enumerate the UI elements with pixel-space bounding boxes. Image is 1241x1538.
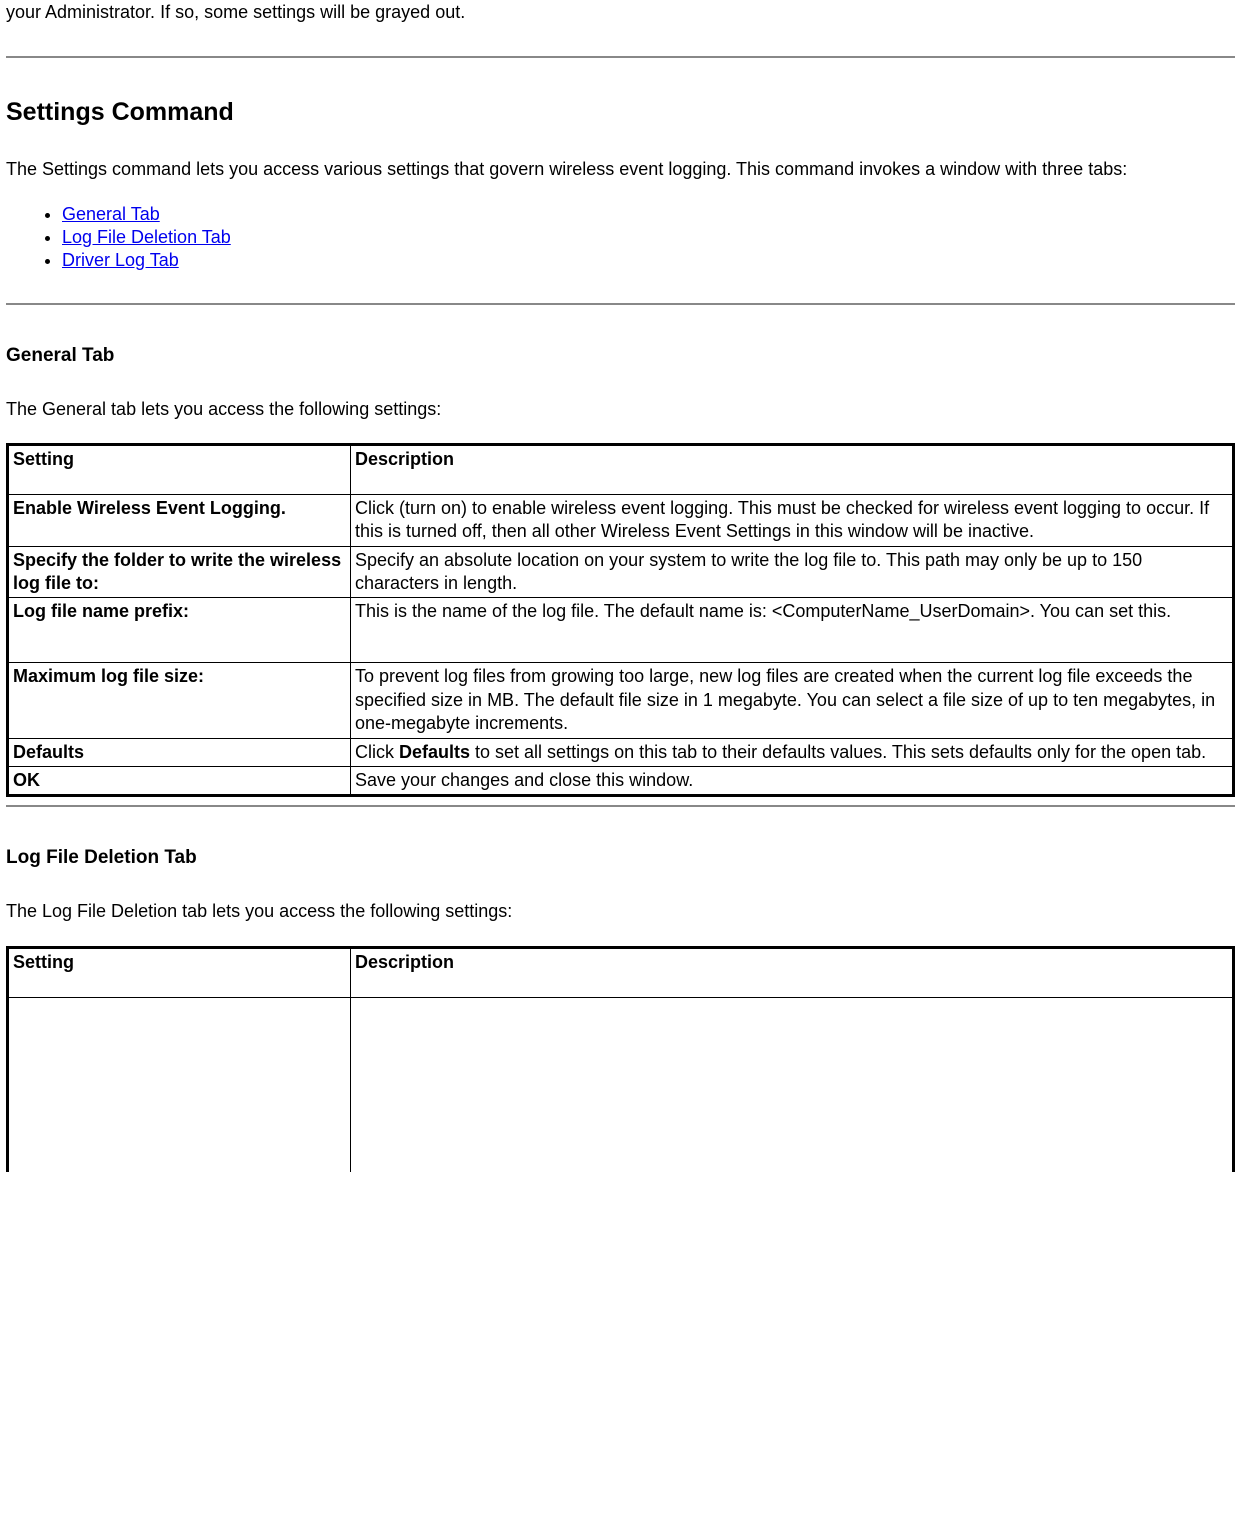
- setting-name: OK: [8, 767, 351, 796]
- desc-bold: Defaults: [399, 742, 470, 762]
- table-row: Maximum log file size: To prevent log fi…: [8, 663, 1234, 738]
- link-driver-log-tab[interactable]: Driver Log Tab: [62, 250, 179, 270]
- setting-name: Enable Wireless Event Logging.: [8, 494, 351, 546]
- list-item: Log File Deletion Tab: [62, 227, 1235, 248]
- setting-name: Defaults: [8, 738, 351, 766]
- setting-description: Save your changes and close this window.: [351, 767, 1234, 796]
- log-file-deletion-tab-intro: The Log File Deletion tab lets you acces…: [6, 899, 1235, 923]
- general-tab-heading: General Tab: [6, 345, 1235, 367]
- table-row: OK Save your changes and close this wind…: [8, 767, 1234, 796]
- link-general-tab[interactable]: General Tab: [62, 204, 160, 224]
- setting-description: [351, 997, 1234, 1172]
- log-file-deletion-table: Setting Description: [6, 946, 1235, 1172]
- settings-command-heading: Settings Command: [6, 98, 1235, 127]
- setting-description: This is the name of the log file. The de…: [351, 598, 1234, 663]
- setting-name: Maximum log file size:: [8, 663, 351, 738]
- list-item: Driver Log Tab: [62, 250, 1235, 271]
- col-header-setting: Setting: [8, 444, 351, 494]
- col-header-setting: Setting: [8, 947, 351, 997]
- desc-post: to set all settings on this tab to their…: [470, 742, 1206, 762]
- col-header-description: Description: [351, 444, 1234, 494]
- top-fragment-text: your Administrator. If so, some settings…: [6, 0, 1235, 24]
- settings-command-intro: The Settings command lets you access var…: [6, 157, 1235, 181]
- table-row: Defaults Click Defaults to set all setti…: [8, 738, 1234, 766]
- log-file-deletion-tab-heading: Log File Deletion Tab: [6, 847, 1235, 869]
- col-header-description: Description: [351, 947, 1234, 997]
- setting-description: Click Defaults to set all settings on th…: [351, 738, 1234, 766]
- table-row: Log file name prefix: This is the name o…: [8, 598, 1234, 663]
- setting-description: Click (turn on) to enable wireless event…: [351, 494, 1234, 546]
- table-header-row: Setting Description: [8, 444, 1234, 494]
- table-header-row: Setting Description: [8, 947, 1234, 997]
- setting-name: Log file name prefix:: [8, 598, 351, 663]
- table-row: Enable Wireless Event Logging. Click (tu…: [8, 494, 1234, 546]
- link-log-file-deletion-tab[interactable]: Log File Deletion Tab: [62, 227, 231, 247]
- setting-name: [8, 997, 351, 1172]
- divider: [6, 805, 1235, 807]
- setting-description: Specify an absolute location on your sys…: [351, 546, 1234, 598]
- divider: [6, 303, 1235, 305]
- divider: [6, 56, 1235, 58]
- desc-pre: Click: [355, 742, 399, 762]
- setting-description: To prevent log files from growing too la…: [351, 663, 1234, 738]
- general-tab-table: Setting Description Enable Wireless Even…: [6, 443, 1235, 798]
- setting-name: Specify the folder to write the wireless…: [8, 546, 351, 598]
- general-tab-intro: The General tab lets you access the foll…: [6, 397, 1235, 421]
- tab-links-list: General Tab Log File Deletion Tab Driver…: [6, 204, 1235, 271]
- table-row: Specify the folder to write the wireless…: [8, 546, 1234, 598]
- table-row: [8, 997, 1234, 1172]
- list-item: General Tab: [62, 204, 1235, 225]
